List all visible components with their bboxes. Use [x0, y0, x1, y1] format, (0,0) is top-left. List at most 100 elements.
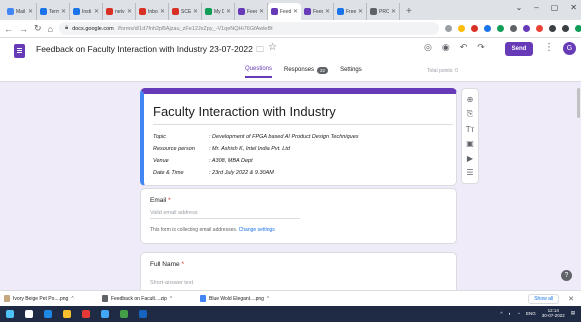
back-icon[interactable]: ←	[4, 24, 13, 34]
browser-tab[interactable]: Free ✕	[334, 3, 367, 20]
email-question-card[interactable]: Email * Valid email address This form is…	[140, 188, 457, 244]
browser-tab[interactable]: My D✕	[202, 3, 235, 20]
extension-icon[interactable]	[496, 25, 504, 32]
puzzle-icon[interactable]	[548, 25, 556, 32]
close-icon[interactable]: ✕	[160, 8, 165, 15]
full-name-question-card[interactable]: Full Name * Short-answer text	[140, 252, 457, 294]
close-icon[interactable]: ✕	[358, 8, 363, 15]
add-title-icon[interactable]: Tт	[466, 125, 475, 134]
browser-tab[interactable]: Insti ✕	[70, 3, 103, 20]
app-icon[interactable]	[82, 310, 90, 318]
chevron-up-icon[interactable]: ^	[71, 296, 73, 302]
browser-tab[interactable]: Mail ✕	[4, 3, 37, 20]
search-icon[interactable]	[25, 310, 33, 318]
close-icon[interactable]: ✕	[570, 3, 577, 12]
add-section-icon[interactable]: ☰	[466, 168, 473, 177]
chrome-icon[interactable]	[120, 310, 128, 318]
extension-icon[interactable]	[535, 25, 543, 32]
extension-icon[interactable]	[509, 25, 517, 32]
form-title[interactable]: Faculty Interaction with Industry	[153, 104, 336, 119]
browser-tab[interactable]: Term✕	[37, 3, 70, 20]
tab-questions[interactable]: Questions	[245, 66, 273, 78]
undo-icon[interactable]: ↶	[460, 42, 468, 53]
profile-icon[interactable]	[574, 25, 581, 32]
new-tab-icon[interactable]: +	[400, 3, 418, 20]
maximize-icon[interactable]: ▢	[551, 3, 559, 12]
browser-tab[interactable]: netv ✕	[103, 3, 136, 20]
chevron-up-icon[interactable]: ^	[170, 296, 172, 302]
close-icon[interactable]: ✕	[259, 8, 264, 15]
task-view-icon[interactable]	[44, 310, 52, 318]
bookmark-star-icon[interactable]	[457, 25, 465, 32]
minimize-icon[interactable]: –	[534, 3, 538, 12]
browser-tab[interactable]: Feed✕	[268, 3, 301, 20]
tab-settings[interactable]: Settings	[340, 66, 362, 78]
add-question-icon[interactable]: ⊕	[467, 95, 474, 104]
window-controls: ⌄ – ▢ ✕	[516, 3, 577, 12]
close-icon[interactable]: ✕	[226, 8, 231, 15]
close-icon[interactable]: ✕	[325, 8, 330, 15]
download-item[interactable]: Ivory Beige Pet Po....png ^	[4, 295, 96, 302]
close-icon[interactable]: ✕	[127, 8, 132, 15]
app-icon[interactable]	[139, 310, 147, 318]
star-icon[interactable]: ☆	[268, 42, 277, 53]
preview-eye-icon[interactable]: ◉	[442, 42, 450, 53]
url-input[interactable]: 🔒︎ docs.google.com/forms/d/1d7fnh2pBAjza…	[58, 22, 439, 35]
browser-tab[interactable]: SCEC✕	[169, 3, 202, 20]
file-icon	[102, 295, 108, 302]
close-icon[interactable]: ✕	[565, 295, 577, 303]
volume-icon[interactable]: ◔	[517, 311, 520, 316]
browser-tab[interactable]: Inbo ✕	[136, 3, 169, 20]
clock[interactable]: 12:14 30-07-2022	[542, 308, 565, 318]
close-icon[interactable]: ✕	[94, 8, 99, 15]
show-all-button[interactable]: Show all	[528, 293, 560, 304]
share-icon[interactable]	[444, 25, 452, 32]
close-icon[interactable]: ✕	[61, 8, 66, 15]
browser-tab[interactable]: PRO ✕	[367, 3, 400, 20]
sidebar-icon[interactable]	[561, 25, 569, 32]
import-questions-icon[interactable]: ⎘	[467, 109, 473, 119]
language-indicator[interactable]: ENG	[526, 311, 536, 316]
add-video-icon[interactable]: ▶	[467, 154, 473, 163]
answer-underline	[150, 218, 300, 219]
chevron-down-icon[interactable]: ⌄	[516, 3, 523, 12]
help-icon[interactable]: ?	[561, 270, 572, 281]
reload-icon[interactable]: ↻	[34, 23, 42, 34]
tray-arrow-icon[interactable]: ^	[500, 311, 502, 316]
edge-icon[interactable]	[101, 310, 109, 318]
close-icon[interactable]: ✕	[391, 8, 396, 15]
more-options-icon[interactable]: ⋮	[544, 42, 554, 53]
close-icon[interactable]: ✕	[28, 8, 33, 15]
chevron-up-icon[interactable]: ^	[267, 296, 269, 302]
close-icon[interactable]: ✕	[293, 8, 298, 15]
download-item[interactable]: Feedback on Facult....zip ^	[102, 295, 194, 302]
system-tray: ^ ◐ ◔ ENG 12:14 30-07-2022 ▤	[500, 308, 575, 318]
change-settings-link[interactable]: Change settings	[239, 227, 275, 233]
form-title-card[interactable]: Faculty Interaction with Industry Topic:…	[140, 88, 457, 186]
send-button[interactable]: Send	[505, 42, 533, 56]
browser-tab[interactable]: Feed✕	[301, 3, 334, 20]
avatar[interactable]: G	[563, 42, 576, 55]
download-item[interactable]: Blue Wold Elegant....png ^	[200, 295, 292, 302]
folder-icon[interactable]: 🗀︎	[256, 44, 264, 58]
forms-logo-icon[interactable]	[14, 44, 25, 58]
form-description[interactable]: Topic: Development of FPGA based AI Prod…	[153, 131, 359, 179]
tab-responses[interactable]: Responses 22	[284, 66, 329, 78]
palette-icon[interactable]: ◎	[424, 42, 432, 53]
document-title[interactable]: Feedback on Faculty Interaction with Ind…	[36, 44, 253, 54]
windows-start-icon[interactable]	[6, 310, 14, 318]
extension-icon[interactable]	[483, 25, 491, 32]
redo-icon[interactable]: ↷	[477, 42, 485, 53]
home-icon[interactable]: ⌂	[48, 24, 53, 34]
header-actions: ◎ ◉ ↶ ↷	[424, 42, 485, 53]
extension-icon[interactable]	[522, 25, 530, 32]
notifications-icon[interactable]: ▤	[571, 310, 575, 316]
close-icon[interactable]: ✕	[193, 8, 198, 15]
network-icon[interactable]: ◐	[509, 311, 512, 316]
browser-tab[interactable]: Feed✕	[235, 3, 268, 20]
scrollbar[interactable]	[577, 88, 580, 118]
forward-icon[interactable]: →	[19, 24, 28, 34]
add-image-icon[interactable]: ▣	[466, 139, 474, 148]
extension-icon[interactable]	[470, 25, 478, 32]
file-explorer-icon[interactable]	[63, 310, 71, 318]
